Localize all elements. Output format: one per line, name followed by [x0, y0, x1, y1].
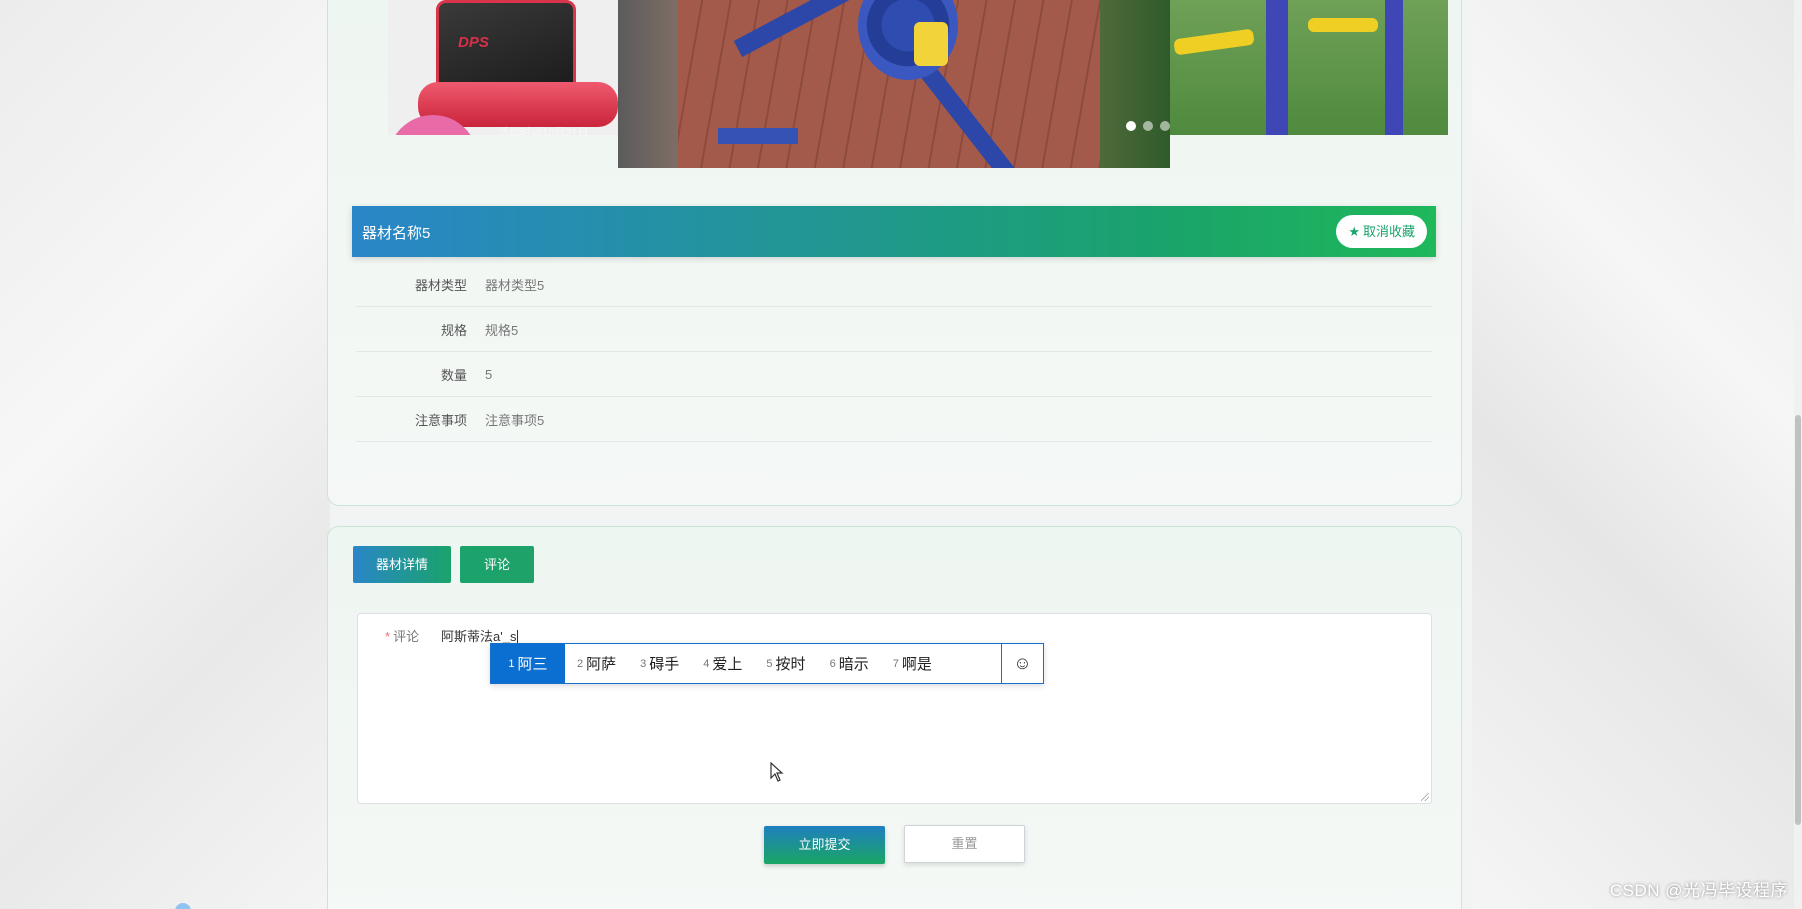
equipment-detail-list: 器材类型 器材类型5 规格 规格5 数量 5 注意事项 注意事项5: [356, 262, 1432, 442]
watermark-text: CSDN @光冯毕设程序: [1609, 881, 1788, 900]
detail-row: 数量 5: [356, 352, 1432, 397]
background-right: [1472, 0, 1802, 909]
detail-value: 5: [485, 366, 493, 382]
detail-value: 器材类型5: [485, 277, 545, 293]
detail-label: 数量: [440, 367, 467, 383]
unfavorite-label: 取消收藏: [1362, 224, 1415, 239]
equipment-title: 器材名称5: [362, 225, 431, 242]
unfavorite-button[interactable]: ★ 取消收藏: [1336, 215, 1427, 248]
ime-candidate[interactable]: 2 阿萨: [565, 644, 628, 683]
carousel-indicators: [1126, 121, 1170, 131]
page-scrollbar[interactable]: [1794, 0, 1802, 909]
carousel-dot[interactable]: [1160, 121, 1170, 131]
mouse-cursor-icon: [770, 762, 784, 782]
ime-candidate[interactable]: 1 阿三: [491, 644, 565, 683]
detail-value: 注意事项5: [485, 412, 545, 428]
ime-candidate[interactable]: 7 啊是: [881, 644, 944, 683]
slide-caption: 活动时间10月21日: [498, 127, 589, 135]
tab-comment[interactable]: 评论: [460, 546, 534, 583]
detail-label: 规格: [440, 322, 467, 338]
tab-equipment-detail[interactable]: 器材详情: [353, 546, 451, 583]
background-left: [0, 0, 330, 909]
reset-button[interactable]: 重置: [904, 825, 1025, 863]
detail-row: 规格 规格5: [356, 307, 1432, 352]
carousel-slide-next[interactable]: [1170, 0, 1448, 135]
carousel-dot[interactable]: [1126, 121, 1136, 131]
carousel-slide-prev[interactable]: DPS 活动时间10月21日: [388, 0, 618, 135]
detail-value: 规格5: [485, 322, 519, 338]
comment-label-text: 评论: [393, 629, 420, 644]
carousel-dot[interactable]: [1143, 121, 1153, 131]
slide-logo-text: DPS: [458, 34, 489, 51]
submit-button[interactable]: 立即提交: [764, 826, 885, 864]
ime-candidate[interactable]: 5 按时: [754, 644, 817, 683]
equipment-title-bar: 器材名称5 ★ 取消收藏: [352, 206, 1436, 257]
scrollbar-thumb[interactable]: [1795, 415, 1801, 825]
floating-dot: [175, 903, 191, 909]
image-carousel[interactable]: DPS 活动时间10月21日: [388, 0, 1448, 168]
ime-candidate[interactable]: 3 碍手: [628, 644, 691, 683]
required-mark: *: [385, 629, 391, 644]
detail-label: 器材类型: [414, 277, 467, 293]
comment-textarea[interactable]: * 评论 阿斯蒂法a'_s: [357, 613, 1432, 804]
carousel-slide-current[interactable]: [618, 0, 1170, 168]
comment-field-label: * 评论: [385, 626, 419, 645]
smiley-icon[interactable]: ☺: [1001, 644, 1043, 683]
ime-candidate[interactable]: 6 暗示: [818, 644, 881, 683]
star-icon: ★: [1348, 224, 1360, 239]
resize-handle-icon[interactable]: [1421, 793, 1429, 801]
ime-candidate[interactable]: 4 爱上: [691, 644, 754, 683]
detail-row: 器材类型 器材类型5: [356, 262, 1432, 307]
detail-row: 注意事项 注意事项5: [356, 397, 1432, 442]
ime-candidate-popup: 1 阿三 2 阿萨 3 碍手 4 爱上 5 按时 6 暗示 7 啊是 ☺: [490, 643, 1044, 684]
detail-label: 注意事项: [414, 412, 467, 428]
